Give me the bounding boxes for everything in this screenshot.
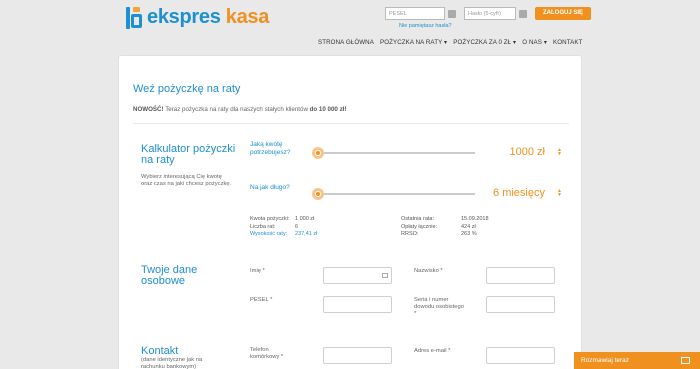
pesel-input[interactable]: PESEL <box>385 7 445 20</box>
phone-label: Telefon komórkowy * <box>250 347 284 360</box>
login-form: PESEL Hasło (5-cyfr) ZALOGUJ SIĘ <box>385 7 592 20</box>
logo-text-kasa: kasa <box>225 6 270 28</box>
amount-stepper-icon[interactable]: ▲ ▼ <box>556 148 563 157</box>
forgot-password-link[interactable]: Nie pamiętasz hasła? <box>399 23 452 29</box>
summary-value: 263 % <box>461 231 477 237</box>
summary-label: Opłaty łącznie: <box>401 223 438 230</box>
main-card: Weź pożyczkę na raty NOWOŚĆ! Teraz pożyc… <box>118 55 582 369</box>
term-value: 6 miesięcy <box>493 187 545 199</box>
summary-value: 1 000 zł <box>295 216 315 222</box>
summary-value: 424 zł <box>461 223 476 230</box>
summary-label: RRSO: <box>401 231 419 237</box>
summary-value: 6 <box>295 223 299 230</box>
keyboard-icon[interactable] <box>448 9 456 18</box>
summary-row: Liczba rat: 6 <box>250 224 317 232</box>
id-number-field[interactable] <box>486 296 555 313</box>
calculator-description: Wybierz interesującą Cię kwotę oraz czas… <box>141 174 232 187</box>
summary-label: Wysokość raty: <box>250 231 288 237</box>
calculator-title: Kalkulator pożyczki na raty <box>141 143 236 166</box>
nav-item-home[interactable]: STRONA GŁÓWNA <box>318 39 374 46</box>
summary-row: Wysokość raty: 237,41 zł <box>250 231 317 239</box>
email-label: Adres e-mail * <box>414 348 451 354</box>
term-question: Na jak długo? <box>250 184 290 191</box>
summary-label: Liczba rat: <box>250 223 276 230</box>
divider <box>133 123 569 124</box>
news-banner: NOWOŚĆ! Teraz pożyczka na raty dla naszy… <box>133 106 346 113</box>
amount-question: Jaką kwotę potrzebujesz? <box>250 141 291 156</box>
amount-slider-handle[interactable] <box>312 147 324 159</box>
last-name-input[interactable] <box>486 267 555 284</box>
pesel-field[interactable] <box>323 296 392 313</box>
amount-value: 1000 zł <box>509 146 545 158</box>
nav-item-contact[interactable]: KONTAKT <box>553 39 582 46</box>
summary-value: 237,41 zł <box>295 231 318 237</box>
password-input[interactable]: Hasło (5-cyfr) <box>464 7 516 20</box>
nav-item-free-loan[interactable]: POŻYCZKA ZA 0 ZŁ ▾ <box>453 39 516 46</box>
news-text: Teraz pożyczka na raty dla naszych stały… <box>163 106 310 113</box>
phone-field[interactable] <box>323 347 392 364</box>
summary-row: Kwota pożyczki: 1 000 zł <box>250 216 317 224</box>
page: ekspres kasa PESEL Hasło (5-cyfr) ZALOGU… <box>0 0 700 369</box>
page-title: Weź pożyczkę na raty <box>133 83 241 95</box>
news-amount: do 10 000 zł! <box>309 106 347 113</box>
main-nav: STRONA GŁÓWNA POŻYCZKA NA RATY ▾ POŻYCZK… <box>318 39 583 46</box>
contact-description: (dane identyczne jak na rachunku bankowy… <box>141 357 203 369</box>
news-label: NOWOŚĆ! <box>133 106 164 113</box>
summary-row: Ostatnia rata: 15.09.2018 <box>401 216 489 224</box>
summary-left: Kwota pożyczki: 1 000 zł Liczba rat: 6 Wys… <box>250 216 317 239</box>
chat-widget[interactable]: Rozmawiaj teraz <box>574 352 700 369</box>
first-name-label: Imię * <box>250 268 265 274</box>
contact-title: Kontakt <box>141 345 179 357</box>
summary-right: Ostatnia rata: 15.09.2018 Opłaty łącznie:… <box>401 216 489 239</box>
contact-card-icon <box>382 273 388 278</box>
last-name-label: Nazwisko * <box>414 268 443 274</box>
nav-item-installment-loan[interactable]: POŻYCZKA NA RATY ▾ <box>380 39 447 46</box>
logo-icon <box>125 6 143 29</box>
amount-slider[interactable] <box>312 147 475 159</box>
email-field[interactable] <box>486 347 555 364</box>
logo-text-ekspres: ekspres <box>147 6 221 28</box>
logo-text: ekspres kasa <box>147 6 269 29</box>
summary-row: Opłaty łącznie: 424 zł <box>401 224 489 232</box>
term-stepper-icon[interactable]: ▲ ▼ <box>556 189 563 198</box>
keyboard-icon[interactable] <box>519 9 527 18</box>
summary-label: Ostatnia rata: <box>401 216 435 222</box>
id-label: Seria i numer dowodu osobistego * <box>414 297 464 317</box>
term-slider[interactable] <box>312 188 475 200</box>
maximize-icon[interactable] <box>681 357 690 364</box>
term-slider-handle[interactable] <box>312 188 324 200</box>
pesel-label: PESEL * <box>250 297 273 303</box>
login-button[interactable]: ZALOGUJ SIĘ <box>535 7 592 20</box>
summary-row: RRSO: 263 % <box>401 231 489 239</box>
chat-label: Rozmawiaj teraz <box>581 357 630 364</box>
logo[interactable]: ekspres kasa <box>125 6 269 29</box>
summary-value: 15.09.2018 <box>461 216 489 222</box>
nav-item-about[interactable]: O NAS ▾ <box>522 39 547 46</box>
first-name-input[interactable] <box>323 267 392 284</box>
summary-label: Kwota pożyczki: <box>250 216 290 222</box>
personal-title: Twoje dane osobowe <box>141 264 198 287</box>
